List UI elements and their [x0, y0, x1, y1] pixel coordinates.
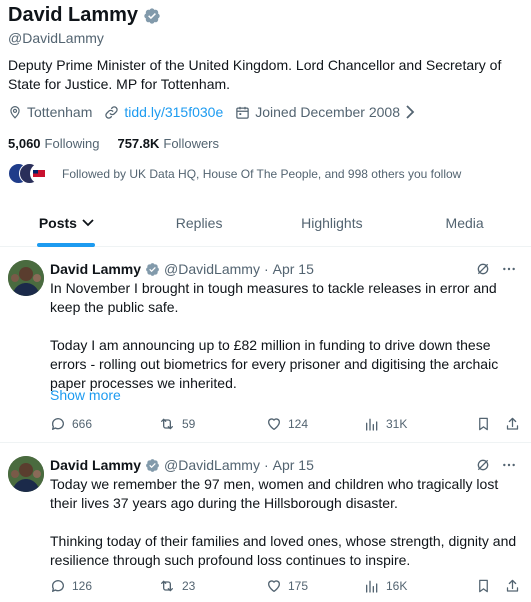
reply-count: 126 — [72, 579, 93, 593]
active-tab-indicator — [37, 243, 96, 247]
tweet-paragraph: Today I am announcing up to £82 million … — [50, 337, 499, 391]
tweet-header: David Lammy @DavidLammy · Apr 15 — [50, 261, 314, 277]
profile-handle: @DavidLammy — [8, 30, 104, 46]
views-count: 16K — [386, 579, 408, 593]
tweet-paragraph: In November I brought in tough measures … — [50, 280, 497, 315]
profile-bio: Deputy Prime Minister of the United King… — [8, 57, 502, 92]
share-icon[interactable] — [505, 416, 520, 432]
reply-button[interactable]: 126 — [50, 578, 158, 594]
tweet-author-name[interactable]: David Lammy — [50, 457, 141, 473]
chevron-right-icon[interactable] — [405, 105, 415, 119]
tweet-paragraph: Today we remember the 97 men, women and … — [50, 476, 499, 511]
following-count[interactable]: 5,060 — [8, 136, 41, 151]
tweet[interactable]: David Lammy @DavidLammy · Apr 15 In Nove… — [0, 248, 531, 443]
verified-badge-icon — [145, 262, 160, 277]
link-item[interactable]: tidd.ly/315f030e — [104, 104, 223, 120]
tweet-actions: 666 59 124 31K — [50, 416, 520, 432]
like-button[interactable]: 124 — [266, 416, 364, 432]
views-count: 31K — [386, 417, 408, 431]
tweet-date[interactable]: Apr 15 — [273, 457, 314, 473]
repost-count: 59 — [182, 417, 196, 431]
grok-icon[interactable] — [475, 457, 491, 473]
tweet-text: In November I brought in tough measures … — [50, 279, 520, 393]
grok-icon[interactable] — [475, 261, 491, 277]
tab-replies-label: Replies — [175, 215, 223, 231]
tweet-top-actions — [475, 457, 517, 473]
location-pin-icon — [8, 104, 22, 120]
views-chart-icon — [364, 416, 380, 432]
repost-icon — [158, 578, 176, 594]
verified-badge-icon[interactable] — [143, 7, 161, 25]
tweet-author-handle[interactable]: @DavidLammy — [164, 261, 260, 277]
reply-icon — [50, 578, 66, 594]
flag-avatar — [30, 163, 51, 184]
profile-tabs: Posts Replies Highlights Media — [0, 200, 531, 247]
profile-name-row: David Lammy — [8, 4, 161, 27]
tweet-actions: 126 23 175 16K — [50, 578, 520, 594]
tweet-top-actions — [475, 261, 517, 277]
location-item: Tottenham — [8, 104, 92, 120]
repost-count: 23 — [182, 579, 196, 593]
tab-highlights-label: Highlights — [301, 215, 363, 231]
followed-by-text: Followed by UK Data HQ, House Of The Peo… — [62, 167, 462, 181]
profile-link[interactable]: tidd.ly/315f030e — [124, 104, 223, 120]
tab-highlights[interactable]: Highlights — [266, 200, 399, 246]
tab-posts[interactable]: Posts — [0, 200, 133, 247]
more-options-icon[interactable] — [501, 261, 517, 277]
share-icon[interactable] — [505, 578, 520, 594]
tweet-paragraph: Thinking today of their families and lov… — [50, 533, 517, 568]
repost-icon — [158, 416, 176, 432]
tweet[interactable]: David Lammy @DavidLammy · Apr 15 Today w… — [0, 444, 531, 602]
tab-replies[interactable]: Replies — [133, 200, 266, 246]
heart-icon — [266, 416, 282, 432]
views-chart-icon — [364, 578, 380, 594]
reply-button[interactable]: 666 — [50, 416, 158, 432]
followers-label[interactable]: Followers — [163, 136, 219, 151]
show-more-link[interactable]: Show more — [50, 387, 121, 403]
link-icon — [104, 105, 119, 120]
profile-name: David Lammy — [8, 4, 139, 26]
tweet-header: David Lammy @DavidLammy · Apr 15 — [50, 457, 314, 473]
followers-count[interactable]: 757.8K — [117, 136, 159, 151]
reply-icon — [50, 416, 66, 432]
reply-count: 666 — [72, 417, 93, 431]
tweet-date[interactable]: Apr 15 — [273, 261, 314, 277]
follow-stats: 5,060 Following 757.8K Followers — [8, 136, 237, 151]
avatar[interactable] — [8, 456, 44, 492]
following-label[interactable]: Following — [45, 136, 100, 151]
tweet-author-name[interactable]: David Lammy — [50, 261, 141, 277]
tweet-text: Today we remember the 97 men, women and … — [50, 475, 520, 570]
repost-button[interactable]: 59 — [158, 416, 266, 432]
followed-by-row[interactable]: Followed by UK Data HQ, House Of The Peo… — [8, 163, 461, 185]
location-text: Tottenham — [27, 104, 93, 120]
verified-badge-icon — [145, 458, 160, 473]
tab-media-label: Media — [445, 215, 484, 231]
tab-media[interactable]: Media — [398, 200, 531, 246]
like-count: 124 — [288, 417, 309, 431]
tweet-author-handle[interactable]: @DavidLammy — [164, 457, 260, 473]
joined-text: Joined December 2008 — [255, 104, 400, 120]
like-button[interactable]: 175 — [266, 578, 364, 594]
joined-item: Joined December 2008 — [235, 104, 415, 120]
more-options-icon[interactable] — [501, 457, 517, 473]
tab-posts-label: Posts — [38, 215, 77, 231]
repost-button[interactable]: 23 — [158, 578, 266, 594]
views-button[interactable]: 16K — [364, 578, 474, 594]
heart-icon — [266, 578, 282, 594]
profile-meta: Tottenham tidd.ly/315f030e Joined Decemb… — [8, 104, 427, 120]
bookmark-icon[interactable] — [476, 416, 491, 432]
tweet-end-actions — [476, 578, 520, 594]
tweet-separator: · — [263, 457, 269, 473]
like-count: 175 — [288, 579, 309, 593]
bookmark-icon[interactable] — [476, 578, 491, 594]
tweet-separator: · — [263, 261, 269, 277]
chevron-down-icon — [82, 219, 94, 227]
avatar[interactable] — [8, 260, 44, 296]
calendar-icon — [235, 105, 250, 120]
followed-by-avatars — [8, 163, 51, 185]
tweet-end-actions — [476, 416, 520, 432]
views-button[interactable]: 31K — [364, 416, 474, 432]
